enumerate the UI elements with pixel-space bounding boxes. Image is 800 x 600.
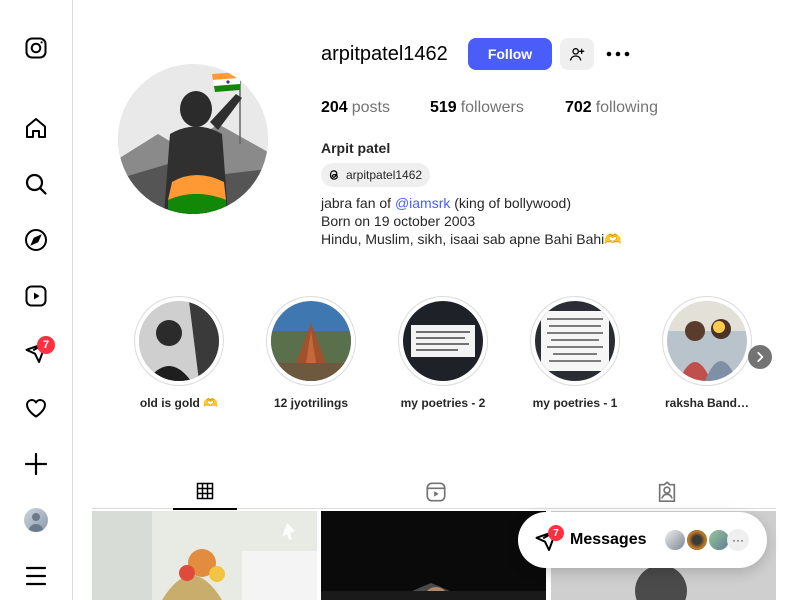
menu-icon[interactable] — [24, 564, 48, 588]
profile-picture[interactable] — [118, 64, 268, 214]
messages-label: Messages — [570, 531, 647, 548]
messages-badge: 7 — [548, 525, 564, 541]
highlight-ring — [662, 296, 752, 386]
highlight-cover — [139, 301, 219, 381]
followers-link[interactable]: 519 followers — [430, 99, 524, 117]
highlight-label: my poetries - 2 — [400, 396, 486, 410]
post-thumbnail[interactable] — [92, 511, 317, 600]
explore-icon[interactable] — [24, 228, 48, 252]
profile-avatar[interactable] — [24, 508, 48, 532]
suggested-users-button[interactable] — [560, 38, 594, 70]
highlight-ring — [398, 296, 488, 386]
chevron-right-icon — [757, 352, 764, 362]
highlight-cover — [403, 301, 483, 381]
highlight-label: my poetries - 1 — [532, 396, 618, 410]
tab-posts[interactable] — [173, 474, 237, 510]
following-count-value: 702 — [565, 99, 592, 116]
post-thumbnail[interactable] — [321, 511, 546, 600]
followers-count-label: followers — [460, 99, 524, 116]
following-link[interactable]: 702 following — [565, 99, 658, 117]
profile-full-name: Arpit patel — [321, 140, 391, 156]
reels-icon[interactable] — [24, 284, 48, 308]
highlight-cover — [535, 301, 615, 381]
highlight-cover — [271, 301, 351, 381]
avatar — [685, 528, 709, 552]
tab-tagged[interactable] — [635, 474, 699, 510]
bio-line-2: Born on 19 october 2003 — [321, 213, 476, 229]
follow-button[interactable]: Follow — [468, 38, 552, 70]
threads-link[interactable]: arpitpatel1462 — [321, 163, 431, 187]
more-horizontal-icon — [606, 51, 630, 57]
highlight-ring — [134, 296, 224, 386]
more-avatars-indicator: ··· — [727, 529, 749, 551]
bio-line-3: Hindu, Muslim, sikh, isaai sab apne Bahi… — [321, 231, 622, 247]
tab-reels[interactable] — [404, 474, 468, 510]
messenger-badge: 7 — [37, 336, 55, 354]
highlight-label: raksha Band… — [664, 396, 750, 410]
posts-count-label: posts — [351, 99, 390, 116]
posts-grid-icon — [196, 482, 214, 500]
reels-icon — [426, 482, 446, 502]
bio-line-1: jabra fan of @iamsrk (king of bollywood) — [321, 195, 571, 211]
highlights-next-button[interactable] — [748, 345, 772, 369]
bio-line-1-prefix: jabra fan of — [321, 195, 395, 211]
home-icon[interactable] — [24, 116, 48, 140]
bio-line-1-suffix: (king of bollywood) — [450, 195, 571, 211]
avatar — [663, 528, 687, 552]
more-options-button[interactable] — [604, 42, 632, 66]
posts-count-value: 204 — [321, 99, 348, 116]
followers-count-value: 519 — [430, 99, 457, 116]
bio-mention-link[interactable]: @iamsrk — [395, 195, 450, 211]
instagram-logo-icon[interactable] — [24, 36, 48, 60]
highlight-cover — [667, 301, 747, 381]
search-icon[interactable] — [24, 172, 48, 196]
sidebar: 7 — [0, 0, 73, 600]
profile-username: arpitpatel1462 — [321, 43, 448, 65]
highlight-label: 12 jyotrilings — [273, 396, 349, 410]
notifications-heart-icon[interactable] — [24, 396, 48, 420]
highlight-ring — [266, 296, 356, 386]
messages-bar[interactable]: 7 Messages ··· — [518, 512, 767, 568]
highlight-label: old is gold 🫶 — [139, 396, 219, 410]
add-user-icon — [570, 48, 585, 61]
tagged-icon — [658, 481, 676, 502]
posts-count: 204 posts — [321, 99, 390, 117]
following-count-label: following — [595, 99, 658, 116]
threads-handle: arpitpatel1462 — [346, 168, 423, 182]
create-plus-icon[interactable] — [24, 452, 48, 476]
threads-icon — [329, 170, 338, 180]
highlight-ring — [530, 296, 620, 386]
